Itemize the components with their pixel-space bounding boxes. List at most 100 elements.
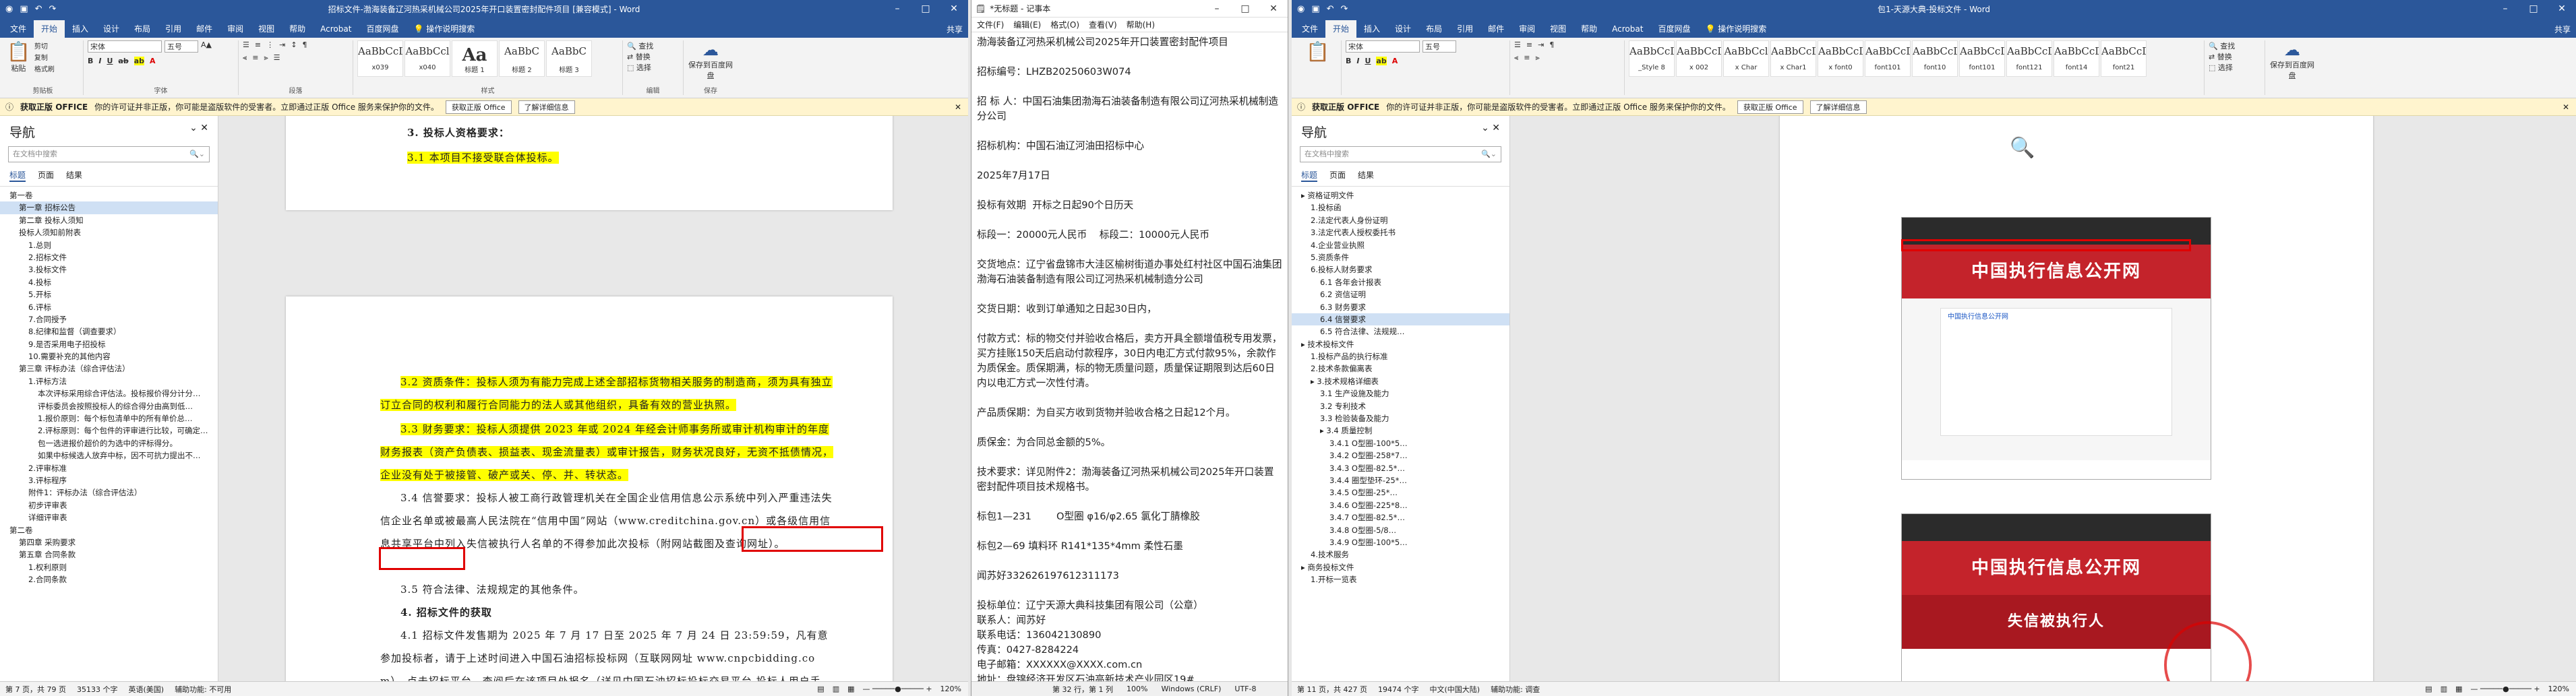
tell-me-search[interactable]: 💡 操作说明搜索	[1698, 20, 1774, 38]
nav-tab-pages[interactable]: 页面	[38, 169, 54, 182]
nav-heading-item[interactable]: 10.需要补充的其他内容	[0, 350, 218, 362]
nav-heading-item[interactable]: 3.4.5 O型圈-25*…	[1292, 486, 1509, 499]
learn-more-button[interactable]: 了解详细信息	[518, 100, 575, 114]
zoom-level[interactable]: 120%	[940, 685, 961, 693]
nav-heading-item[interactable]: 2.评标原则：每个包件的评审进行比较，可确定…	[0, 424, 218, 437]
tab-review[interactable]: 审阅	[220, 20, 251, 38]
nav-heading-item[interactable]: 6.评标	[0, 301, 218, 313]
get-office-button[interactable]: 获取正版 Office	[445, 100, 512, 114]
bullets-icon[interactable]: ☰	[1514, 40, 1521, 49]
web-layout-icon[interactable]: ▦	[847, 685, 854, 693]
nav-heading-item[interactable]: 5.资质条件	[1292, 251, 1509, 263]
nav-heading-item[interactable]: 1.权利原则	[0, 561, 218, 573]
align-center-icon[interactable]: ≡	[252, 53, 258, 63]
minimize-icon[interactable]: –	[1203, 3, 1231, 14]
nav-tab-headings[interactable]: 标题	[1301, 169, 1318, 182]
copy-button[interactable]: 复制	[34, 52, 55, 62]
menu-format[interactable]: 格式(O)	[1050, 19, 1079, 30]
replace-button[interactable]: ⇄ 替换	[627, 51, 679, 62]
language[interactable]: 英语(美国)	[128, 684, 164, 695]
nav-heading-item[interactable]: 1.开标一览表	[1292, 573, 1509, 586]
nav-heading-item[interactable]: 3.4.6 O型圈-225*8…	[1292, 499, 1509, 511]
tab-acrobat[interactable]: Acrobat	[1605, 20, 1650, 38]
nav-heading-item[interactable]: ▸ 技术投标文件	[1292, 338, 1509, 350]
nav-heading-item[interactable]: 3.投标文件	[0, 263, 218, 276]
select-button[interactable]: ⬚ 选择	[2209, 62, 2260, 73]
style-gallery-item[interactable]: AaBbCcDd font14	[2054, 40, 2099, 77]
nav-heading-item[interactable]: 3.4.8 O型圈-5/8…	[1292, 524, 1509, 536]
nav-heading-item[interactable]: 3.2 专利技术	[1292, 400, 1509, 412]
tab-view[interactable]: 视图	[1542, 20, 1574, 38]
tab-layout[interactable]: 布局	[127, 20, 158, 38]
nav-tab-results[interactable]: 结果	[1358, 169, 1374, 182]
tab-home[interactable]: 开始	[1325, 20, 1357, 38]
nav-heading-item[interactable]: 4.技术服务	[1292, 548, 1509, 561]
nav-heading-item[interactable]: 如果中标候选人放弃中标，因不可抗力提出不…	[0, 449, 218, 462]
tab-mailings[interactable]: 邮件	[1480, 20, 1511, 38]
nav-heading-item[interactable]: 3.评标程序	[0, 474, 218, 486]
strikethrough-icon[interactable]: ab	[118, 57, 128, 65]
save-to-baidu-button[interactable]: ☁ 保存到百度网盘	[2269, 40, 2315, 81]
nav-heading-item[interactable]: 3.4.7 O型圈-82.5*…	[1292, 511, 1509, 524]
nav-heading-item[interactable]: 2.法定代表人身份证明	[1292, 214, 1509, 226]
tab-insert[interactable]: 插入	[65, 20, 96, 38]
nav-heading-item[interactable]: 包一选进报价超价的为选中的评标得分。	[0, 437, 218, 449]
close-icon[interactable]: ✕	[955, 102, 968, 112]
nav-heading-item[interactable]: 6.3 财务要求	[1292, 301, 1509, 313]
italic-icon[interactable]: I	[1356, 57, 1359, 65]
page-count[interactable]: 第 7 页，共 79 页	[5, 684, 66, 695]
nav-heading-item[interactable]: ▸ 商务投标文件	[1292, 561, 1509, 573]
align-right-icon[interactable]: ⫸	[264, 53, 268, 63]
sort-icon[interactable]: ↕	[291, 40, 297, 49]
nav-tab-results[interactable]: 结果	[66, 169, 82, 182]
highlight-icon[interactable]: ab	[133, 57, 145, 65]
zoom-slider[interactable]: — ─────●───── +	[2471, 685, 2540, 693]
nav-heading-item[interactable]: 1.总则	[0, 239, 218, 251]
nav-heading-item[interactable]: 3.4.1 O型圈-100*5…	[1292, 437, 1509, 449]
nav-heading-item[interactable]: 4.企业营业执照	[1292, 239, 1509, 251]
read-mode-icon[interactable]: ▤	[2425, 685, 2432, 693]
web-layout-icon[interactable]: ▦	[2455, 685, 2462, 693]
tell-me-search[interactable]: 💡 操作说明搜索	[406, 20, 482, 38]
nav-heading-item[interactable]: ▸ 3.技术规格详细表	[1292, 375, 1509, 387]
close-icon[interactable]: ⌄ ✕	[189, 123, 208, 141]
nav-heading-item[interactable]: 7.合同授予	[0, 313, 218, 325]
nav-heading-item[interactable]: 详细评审表	[0, 511, 218, 524]
underline-icon[interactable]: U	[107, 57, 113, 65]
close-icon[interactable]: ✕	[2548, 3, 2576, 14]
tab-mailings[interactable]: 邮件	[189, 20, 220, 38]
pilcrow-icon[interactable]: ¶	[1549, 40, 1554, 49]
font-size-box[interactable]: 五号	[164, 40, 198, 53]
tab-view[interactable]: 视图	[251, 20, 282, 38]
nav-heading-item[interactable]: 1.评标方法	[0, 375, 218, 387]
nav-tab-pages[interactable]: 页面	[1329, 169, 1346, 182]
nav-heading-item[interactable]: 第一卷	[0, 189, 218, 201]
accessibility-status[interactable]: 辅助功能: 调查	[1491, 684, 1540, 695]
tab-baidu[interactable]: 百度网盘	[359, 20, 406, 38]
nav-heading-item[interactable]: 2.合同条款	[0, 573, 218, 586]
word-count[interactable]: 35133 个字	[77, 684, 118, 695]
nav-heading-item[interactable]: 3.4.2 O型圈-258*7…	[1292, 449, 1509, 462]
maximize-icon[interactable]: □	[911, 3, 940, 14]
nav-heading-item[interactable]: 6.5 符合法律、法规规…	[1292, 325, 1509, 338]
nav-heading-item[interactable]: 6.投标人财务要求	[1292, 263, 1509, 276]
tab-references[interactable]: 引用	[1449, 20, 1480, 38]
nav-heading-item[interactable]: 9.是否采用电子招投标	[0, 338, 218, 350]
numbering-icon[interactable]: ≡	[255, 40, 261, 49]
style-gallery-item[interactable]: AaBbCcDd font121	[2006, 40, 2052, 77]
undo-icon[interactable]: ↶	[35, 4, 42, 14]
style-gallery-item[interactable]: AaBbCcDd font10	[1912, 40, 1958, 77]
font-color-icon[interactable]: A	[1392, 57, 1398, 65]
style-gallery-item[interactable]: AaBbCcl x Char	[1723, 40, 1769, 77]
align-right-icon[interactable]: ⫸	[1535, 53, 1539, 63]
tab-home[interactable]: 开始	[34, 20, 65, 38]
align-center-icon[interactable]: ≡	[1524, 53, 1530, 63]
nav-heading-item[interactable]: 投标人须知前附表	[0, 226, 218, 239]
grow-font-icon[interactable]: A▲	[201, 40, 212, 53]
nav-heading-item[interactable]: 3.4.4 圈型垫环-25*…	[1292, 474, 1509, 486]
justify-icon[interactable]: ☰	[274, 53, 280, 63]
close-icon[interactable]: ✕	[1259, 3, 1288, 14]
select-button[interactable]: ⬚ 选择	[627, 62, 679, 73]
print-layout-icon[interactable]: ▥	[833, 685, 839, 693]
zoom-level[interactable]: 120%	[2548, 685, 2569, 693]
